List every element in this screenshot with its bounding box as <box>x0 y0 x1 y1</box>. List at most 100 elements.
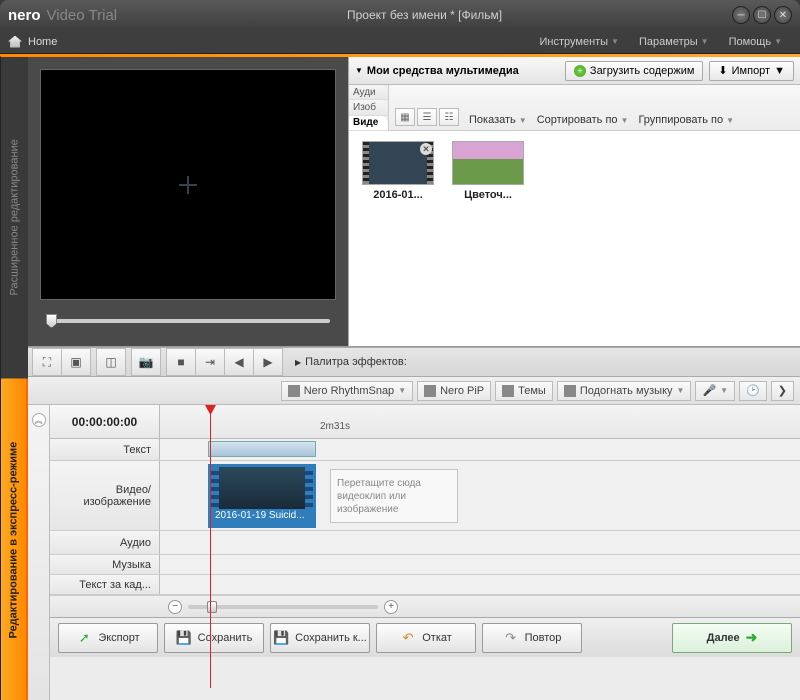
side-tab-express[interactable]: Редактирование в экспресс-режиме <box>0 379 28 700</box>
caret-down-icon: ▼ <box>701 37 709 46</box>
undo-button[interactable]: ↶Откат <box>376 623 476 653</box>
view-details-button[interactable]: ☷ <box>439 108 459 126</box>
more-tools-button[interactable]: ❯ <box>771 381 794 401</box>
fit-music-button[interactable]: Подогнать музыку▼ <box>557 381 692 401</box>
play-button[interactable]: ▶ <box>253 348 283 376</box>
zoom-row: − + <box>50 595 800 617</box>
media-item-label: 2016-01... <box>359 189 437 201</box>
download-icon: ⬇ <box>718 64 727 77</box>
prev-frame-button[interactable]: ◀ <box>224 348 254 376</box>
themes-button[interactable]: Темы <box>495 381 553 401</box>
tools-row: Nero RhythmSnap▼ Nero PiP Темы Подогнать… <box>28 377 800 405</box>
stop-button[interactable]: ■ <box>166 348 196 376</box>
wand-icon <box>502 385 514 397</box>
pip-button[interactable]: Nero PiP <box>417 381 491 401</box>
zoom-thumb[interactable] <box>207 601 217 613</box>
group-dropdown[interactable]: Группировать по▼ <box>638 114 734 126</box>
menu-help[interactable]: Помощь▼ <box>719 36 792 48</box>
effects-palette-label[interactable]: ▶Палитра эффектов: <box>295 356 407 368</box>
preview-screen[interactable] <box>40 69 336 300</box>
track-lane-video[interactable]: 2016-01-19 Suicid... Перетащите сюда вид… <box>160 461 800 530</box>
chevron-right-icon: ❯ <box>778 384 787 397</box>
minimize-button[interactable]: ─ <box>732 6 750 24</box>
media-title[interactable]: ▼Мои средства мультимедиа <box>355 65 519 77</box>
media-item[interactable]: ✕ 2016-01... <box>359 141 437 201</box>
rhythmsnap-button[interactable]: Nero RhythmSnap▼ <box>281 381 413 401</box>
track-label-text: Текст <box>50 439 160 460</box>
timeline-ruler[interactable]: 2m31s <box>160 405 800 438</box>
redo-icon: ↷ <box>503 630 519 646</box>
fullscreen-button[interactable]: ⛶ <box>32 348 62 376</box>
menu-options[interactable]: Параметры▼ <box>629 36 719 48</box>
arrow-right-icon: ➜ <box>746 629 758 646</box>
track-label-music: Музыка <box>50 555 160 574</box>
subtab-video[interactable]: Виде <box>349 116 388 131</box>
remove-icon[interactable]: ✕ <box>420 143 432 155</box>
thumbnail: ✕ <box>362 141 434 185</box>
track-lane-behind-text[interactable] <box>160 575 800 594</box>
set-marker-button[interactable]: ⇥ <box>195 348 225 376</box>
media-item[interactable]: Цветоч... <box>449 141 527 201</box>
media-item-label: Цветоч... <box>449 189 527 201</box>
layout-button[interactable]: ◫ <box>96 348 126 376</box>
zoom-out-button[interactable]: − <box>168 600 182 614</box>
load-content-button[interactable]: +Загрузить содержим <box>565 61 704 81</box>
maximize-button[interactable]: ☐ <box>753 6 771 24</box>
export-button[interactable]: ➚Экспорт <box>58 623 158 653</box>
timeline: 00:00:00:00 2m31s Текст Видео/ изображен… <box>50 405 800 700</box>
chevron-up-icon: ︽ <box>32 413 46 427</box>
product-name: Video Trial <box>47 7 118 24</box>
text-clip[interactable] <box>208 441 316 457</box>
crosshair-icon <box>179 176 197 194</box>
view-thumbnails-button[interactable]: ▦ <box>395 108 415 126</box>
clip-name: 2016-01-19 Suicid... <box>211 509 313 525</box>
sort-dropdown[interactable]: Сортировать по▼ <box>537 114 629 126</box>
subtab-image[interactable]: Изоб <box>349 100 388 115</box>
next-button[interactable]: Далее➜ <box>672 623 792 653</box>
home-button[interactable]: Home <box>8 36 57 48</box>
slider-thumb[interactable] <box>46 314 57 328</box>
redo-button[interactable]: ↷Повтор <box>482 623 582 653</box>
timecode-display: 00:00:00:00 <box>50 405 159 439</box>
caret-down-icon: ▼ <box>611 37 619 46</box>
save-as-icon: 💾 <box>273 630 289 646</box>
show-dropdown[interactable]: Показать▼ <box>469 114 527 126</box>
playhead[interactable] <box>210 405 211 688</box>
video-clip[interactable]: 2016-01-19 Suicid... <box>208 464 316 528</box>
snapshot-button[interactable]: 📷 <box>131 348 161 376</box>
undo-icon: ↶ <box>400 630 416 646</box>
close-button[interactable]: ✕ <box>774 6 792 24</box>
pip-icon <box>424 385 436 397</box>
media-toolbar: ▦ ☰ ☷ Показать▼ Сортировать по▼ Группиро… <box>389 85 800 131</box>
clock-button[interactable]: 🕑 <box>739 381 767 401</box>
thumbnail <box>452 141 524 185</box>
caret-down-icon: ▼ <box>355 66 363 75</box>
track-lane-audio[interactable] <box>160 531 800 554</box>
menu-tools[interactable]: Инструменты▼ <box>530 36 630 48</box>
zoom-slider[interactable] <box>188 605 378 609</box>
save-as-button[interactable]: 💾Сохранить к... <box>270 623 370 653</box>
track-lane-music[interactable] <box>160 555 800 574</box>
caret-down-icon: ▼ <box>774 37 782 46</box>
preview-pane <box>28 57 348 346</box>
zoom-in-button[interactable]: + <box>384 600 398 614</box>
media-category-tabs: Ауди Изоб Виде <box>349 85 389 131</box>
plus-icon: + <box>574 65 586 77</box>
caret-down-icon: ▼ <box>774 65 785 77</box>
import-button[interactable]: ⬇Импорт▼ <box>709 61 794 81</box>
track-label-audio: Аудио <box>50 531 160 554</box>
timeline-collapse-handle[interactable]: ︽ <box>28 405 50 700</box>
view-list-button[interactable]: ☰ <box>417 108 437 126</box>
subtab-audio[interactable]: Ауди <box>349 85 388 100</box>
bottom-bar: ➚Экспорт 💾Сохранить 💾Сохранить к... ↶Отк… <box>50 617 800 657</box>
export-icon: ➚ <box>76 630 92 646</box>
side-tab-advanced[interactable]: Расширенное редактирование <box>0 57 28 379</box>
home-icon <box>8 36 22 48</box>
mic-button[interactable]: 🎤▼ <box>695 381 735 401</box>
save-button[interactable]: 💾Сохранить <box>164 623 264 653</box>
ruler-mark: 2m31s <box>320 421 350 432</box>
track-lane-text[interactable] <box>160 439 800 460</box>
preview-seek-slider[interactable] <box>40 308 336 334</box>
fit-button[interactable]: ▣ <box>61 348 91 376</box>
media-pane: ▼Мои средства мультимедиа +Загрузить сод… <box>348 57 800 346</box>
